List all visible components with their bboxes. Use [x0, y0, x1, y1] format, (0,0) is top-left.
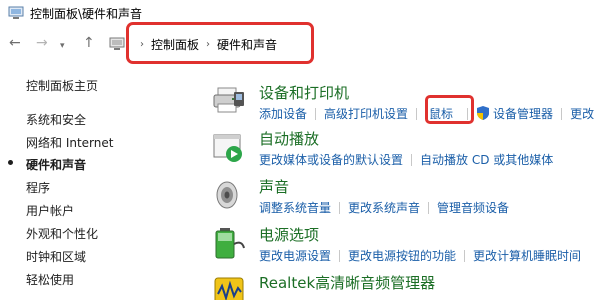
- title-bar: 控制面板\硬件和声音: [0, 0, 600, 26]
- sidebar-item-hardware-sound: 硬件和声音: [26, 158, 87, 172]
- shield-icon: [477, 106, 490, 120]
- window-title: 控制面板\硬件和声音: [30, 6, 143, 21]
- battery-icon[interactable]: [212, 226, 246, 260]
- forward-arrow-icon[interactable]: →: [36, 35, 48, 51]
- control-panel-icon: [8, 6, 24, 19]
- address-bar[interactable]: › 控制面板 › 硬件和声音: [103, 31, 600, 57]
- autoplay-icon[interactable]: [212, 130, 246, 164]
- category-title-realtek[interactable]: Realtek高清晰音频管理器: [259, 272, 435, 293]
- manage-audio-devices-link[interactable]: 管理音频设备: [437, 199, 509, 216]
- breadcrumb-control-panel[interactable]: 控制面板: [151, 36, 199, 53]
- realtek-icon[interactable]: [212, 274, 246, 300]
- link-divider: [315, 107, 317, 120]
- control-panel-icon: [109, 37, 125, 50]
- chevron-down-icon[interactable]: ▾: [60, 38, 65, 54]
- link-divider: [411, 153, 413, 166]
- link-divider: [428, 201, 430, 214]
- change-power-settings-link[interactable]: 更改电源设置: [259, 247, 331, 264]
- category-links: 调整系统音量 更改系统声音 管理音频设备: [259, 199, 509, 216]
- printer-icon[interactable]: [212, 84, 246, 118]
- category-title-devices-printers[interactable]: 设备和打印机: [259, 82, 349, 103]
- active-item-bullet: [8, 160, 13, 165]
- sidebar-item-home[interactable]: 控制面板主页: [26, 77, 98, 94]
- link-divider: [339, 201, 341, 214]
- back-arrow-icon[interactable]: ←: [9, 35, 21, 51]
- link-divider: [561, 107, 563, 120]
- sidebar-item-network[interactable]: 网络和 Internet: [26, 134, 113, 151]
- category-title-autoplay[interactable]: 自动播放: [259, 128, 319, 149]
- sidebar-item-user-accounts[interactable]: 用户帐户: [26, 202, 74, 219]
- advanced-printer-settings-link[interactable]: 高级打印机设置: [324, 105, 408, 122]
- change-link[interactable]: 更改: [570, 105, 594, 122]
- adjust-volume-link[interactable]: 调整系统音量: [259, 199, 331, 216]
- chevron-right-icon[interactable]: ›: [140, 39, 144, 50]
- category-title-sound[interactable]: 声音: [259, 176, 289, 197]
- sidebar-item-ease-of-access[interactable]: 轻松使用: [26, 271, 74, 288]
- sidebar-item-system-security[interactable]: 系统和安全: [26, 111, 86, 128]
- category-links: 更改电源设置 更改电源按钮的功能 更改计算机睡眠时间: [259, 247, 581, 264]
- sleep-time-link[interactable]: 更改计算机睡眠时间: [473, 247, 581, 264]
- category-title-power-options[interactable]: 电源选项: [259, 224, 319, 245]
- navigation-bar: ← → ▾ ↑ › 控制面板 › 硬件和声音: [0, 27, 600, 61]
- breadcrumb-hardware-sound[interactable]: 硬件和声音: [217, 36, 277, 53]
- sidebar-item-programs[interactable]: 程序: [26, 179, 50, 196]
- category-links: 更改媒体或设备的默认设置 自动播放 CD 或其他媒体: [259, 151, 553, 168]
- link-divider: [416, 107, 418, 120]
- mouse-link[interactable]: 鼠标: [429, 105, 453, 122]
- speaker-icon[interactable]: [212, 178, 246, 212]
- add-device-link[interactable]: 添加设备: [259, 105, 307, 122]
- link-divider: [464, 249, 466, 262]
- autoplay-cd-link[interactable]: 自动播放 CD 或其他媒体: [420, 151, 553, 168]
- link-divider: [339, 249, 341, 262]
- category-links: 添加设备 高级打印机设置 鼠标 设备管理器 更改: [259, 105, 594, 122]
- link-divider: [467, 107, 469, 120]
- device-manager-link[interactable]: 设备管理器: [493, 107, 553, 121]
- power-button-function-link[interactable]: 更改电源按钮的功能: [348, 247, 456, 264]
- chevron-right-icon[interactable]: ›: [206, 39, 210, 50]
- sidebar-item-clock-region[interactable]: 时钟和区域: [26, 248, 86, 265]
- sidebar-item-appearance[interactable]: 外观和个性化: [26, 225, 98, 242]
- change-system-sounds-link[interactable]: 更改系统声音: [348, 199, 420, 216]
- up-arrow-icon[interactable]: ↑: [83, 35, 95, 51]
- change-media-defaults-link[interactable]: 更改媒体或设备的默认设置: [259, 151, 403, 168]
